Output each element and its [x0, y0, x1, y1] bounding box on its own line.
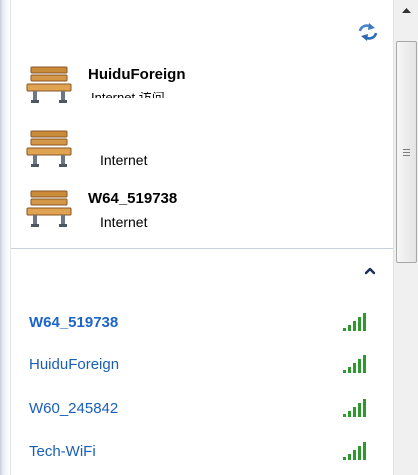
refresh-icon [358, 23, 378, 41]
network-name: Tech-WiFi [29, 443, 96, 460]
bench-icon [26, 66, 72, 103]
signal-strength-icon [343, 399, 366, 417]
chevron-up-icon [364, 267, 376, 275]
network-list-item[interactable]: W60_245842 [11, 394, 393, 424]
connected-network-status: Internet 访问 [91, 92, 165, 98]
signal-strength-icon [343, 442, 366, 460]
vertical-scrollbar[interactable] [393, 0, 418, 475]
window-left-edge [0, 0, 11, 475]
network-list-item[interactable]: HuiduForeign [11, 350, 393, 380]
network-name: W64_519738 [29, 314, 119, 331]
network-name: W60_245842 [29, 400, 119, 417]
signal-strength-icon [343, 355, 366, 373]
connected-network-2[interactable]: Internet [25, 128, 385, 178]
connected-network-status: Internet [100, 214, 148, 230]
scroll-grip-line [403, 152, 410, 153]
connected-network-1[interactable]: HuiduForeign Internet 访问 [25, 64, 385, 114]
scroll-up-arrow-icon [402, 8, 411, 13]
network-list-content: HuiduForeign Internet 访问 Internet [11, 0, 393, 475]
network-name: HuiduForeign [29, 356, 120, 373]
network-list-item[interactable]: Tech-WiFi [11, 437, 393, 467]
section-divider [11, 248, 393, 249]
bench-icon [26, 130, 72, 167]
scrollbar-thumb[interactable] [396, 41, 417, 263]
scroll-grip-line [403, 149, 410, 150]
connected-network-name: HuiduForeign [88, 66, 186, 83]
scroll-up-button[interactable] [394, 0, 418, 20]
bench-icon [26, 190, 72, 227]
connected-network-status: Internet [100, 152, 148, 168]
connected-network-name: W64_519738 [88, 190, 178, 207]
collapse-section-button[interactable] [363, 264, 377, 278]
connected-network-3[interactable]: W64_519738 Internet [25, 188, 385, 238]
wifi-panel: HuiduForeign Internet 访问 Internet [0, 0, 418, 475]
network-list-item[interactable]: W64_519738 [11, 308, 393, 338]
refresh-button[interactable] [357, 22, 379, 42]
signal-strength-icon [343, 313, 366, 331]
scroll-grip-line [403, 155, 410, 156]
